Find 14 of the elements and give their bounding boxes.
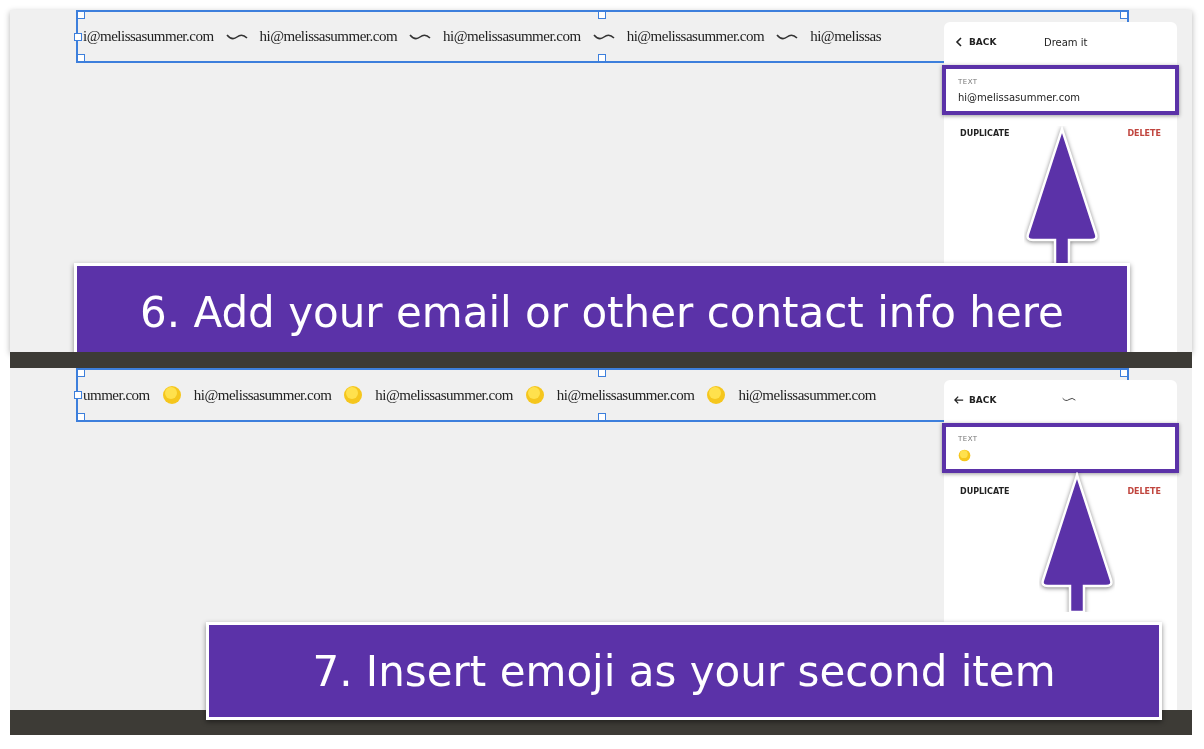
marquee-text: hi@melissasummer.com	[193, 386, 332, 404]
field-value: hi@melissasummer.com	[958, 91, 1082, 103]
marquee-text: ummer.com	[83, 386, 150, 404]
marquee-text: i@melissasummer.com	[83, 28, 214, 45]
marquee-text: hi@melissasummer.com	[738, 386, 876, 404]
marquee-text: hi@melissasummer.com	[259, 28, 398, 45]
marquee-text: hi@melissas	[810, 28, 881, 45]
marquee-text: hi@melissasummer.com	[626, 28, 765, 45]
marquee-text: hi@melissasummer.com	[375, 386, 513, 404]
marquee-text: hi@melissasummer.com	[443, 28, 581, 45]
callout-text: 6. Add your email or other contact info here	[140, 288, 1064, 337]
callout-text: 7. Insert emoji as your second item	[312, 646, 1056, 696]
panel-title: Dream it	[1044, 36, 1088, 48]
marquee-text: hi@melissasummer.com	[556, 386, 695, 404]
